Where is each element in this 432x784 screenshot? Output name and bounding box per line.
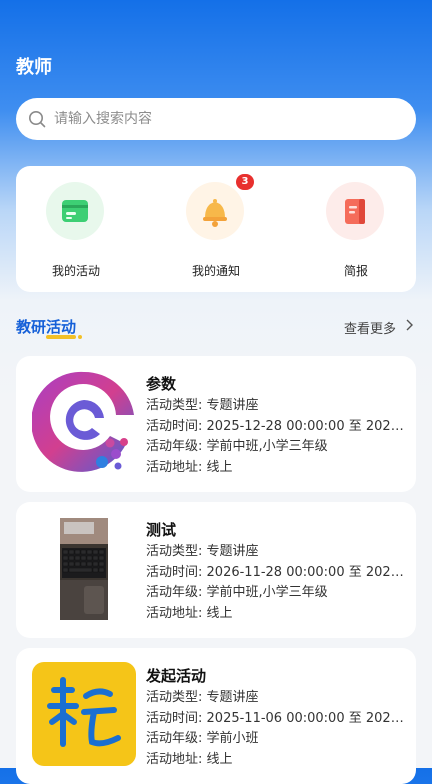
quick-item-label: 简报 (343, 264, 368, 278)
quick-actions-panel: 我的活动 我的通知 简报 (16, 166, 416, 292)
activity-calligraphy-logo (32, 662, 136, 766)
activity-grade-row: 活动年级: 学前小班 (146, 729, 404, 750)
activity-time-row: 活动时间: 2025-12-28 00:00:00 至 2025-12-29 0… (146, 417, 404, 438)
field-label: 活动类型: (146, 398, 203, 413)
activity-grade: 学前中班,小学三年级 (206, 585, 328, 600)
activity-type: 专题讲座 (206, 544, 259, 559)
section-title: 教研活动 (16, 318, 77, 336)
activity-info: 测试 活动类型: 专题讲座 活动时间: 2026-11-28 00:00:00 … (146, 518, 408, 624)
activity-grade-row: 活动年级: 学前中班,小学三年级 (146, 583, 404, 604)
bell-icon (186, 182, 244, 240)
quick-item-briefing[interactable]: 简报 (296, 166, 416, 292)
field-label: 活动时间: (146, 564, 203, 580)
activity-time-row: 活动时间: 2026-11-28 00:00:00 至 2026-11-29 0… (146, 563, 404, 584)
activity-type-row: 活动类型: 专题讲座 (146, 396, 404, 417)
field-label: 活动时间: (146, 710, 203, 726)
activity-logo-image (32, 371, 134, 472)
page-title: 教师 (16, 57, 52, 78)
search-icon (29, 111, 46, 128)
activity-time-row: 活动时间: 2025-11-06 00:00:00 至 2025-11-07 0… (146, 709, 404, 730)
activity-info: 参数 活动类型: 专题讲座 活动时间: 2025-12-28 00:00:00 … (146, 372, 408, 478)
field-label: 活动年级: (146, 439, 203, 454)
activity-place-row: 活动地址: 线上 (146, 458, 404, 479)
activity-grade: 学前小班 (206, 731, 259, 746)
quick-item-label: 我的通知 (191, 264, 240, 278)
section-underline (46, 335, 76, 339)
field-label: 活动类型: (146, 690, 203, 705)
field-label: 活动地址: (146, 459, 203, 475)
field-label: 活动年级: (146, 585, 203, 600)
quick-item-label: 我的活动 (51, 264, 100, 278)
activity-info: 发起活动 活动类型: 专题讲座 活动时间: 2025-11-06 00:00:0… (146, 664, 408, 770)
activity-place: 线上 (206, 605, 233, 621)
activity-title: 测试 (146, 521, 177, 539)
quick-item-my-notifications[interactable]: 我的通知 (156, 166, 276, 292)
field-label: 活动类型: (146, 544, 203, 559)
activity-photo-image (60, 518, 108, 620)
activity-card[interactable]: 参数 活动类型: 专题讲座 活动时间: 2025-12-28 00:00:00 … (16, 356, 416, 492)
activity-place-row: 活动地址: 线上 (146, 604, 404, 625)
field-label: 活动年级: (146, 731, 203, 746)
activity-type-row: 活动类型: 专题讲座 (146, 542, 404, 563)
activity-card[interactable]: 发起活动 活动类型: 专题讲座 活动时间: 2025-11-06 00:00:0… (16, 648, 416, 784)
activity-time: 2025-11-06 00:00:00 至 2025-11-07 00:00:0… (206, 710, 404, 726)
activity-title: 参数 (146, 375, 177, 393)
activity-type: 专题讲座 (206, 398, 259, 413)
activity-type-row: 活动类型: 专题讲座 (146, 688, 404, 709)
activity-grade: 学前中班,小学三年级 (206, 439, 328, 454)
search-bar[interactable] (16, 98, 416, 140)
activity-place-row: 活动地址: 线上 (146, 750, 404, 771)
search-input[interactable] (52, 110, 386, 128)
chevron-right-icon[interactable] (404, 318, 414, 332)
calendar-card-icon (46, 182, 104, 240)
activity-place: 线上 (206, 459, 233, 475)
activity-title: 发起活动 (146, 667, 207, 685)
activity-place: 线上 (206, 751, 233, 767)
activity-time: 2025-12-28 00:00:00 至 2025-12-29 00:00:0… (206, 418, 404, 434)
report-icon (326, 182, 384, 240)
activity-time: 2026-11-28 00:00:00 至 2026-11-29 00:00:0… (206, 564, 404, 580)
view-more-link[interactable]: 查看更多 (344, 318, 396, 337)
notification-badge: 3 (236, 174, 254, 190)
activity-type: 专题讲座 (206, 690, 259, 705)
field-label: 活动时间: (146, 418, 203, 434)
field-label: 活动地址: (146, 751, 203, 767)
section-underline-dot (78, 335, 82, 339)
field-label: 活动地址: (146, 605, 203, 621)
activity-card[interactable]: 测试 活动类型: 专题讲座 活动时间: 2026-11-28 00:00:00 … (16, 502, 416, 638)
quick-item-my-activities[interactable]: 我的活动 (16, 166, 136, 292)
activity-grade-row: 活动年级: 学前中班,小学三年级 (146, 437, 404, 458)
